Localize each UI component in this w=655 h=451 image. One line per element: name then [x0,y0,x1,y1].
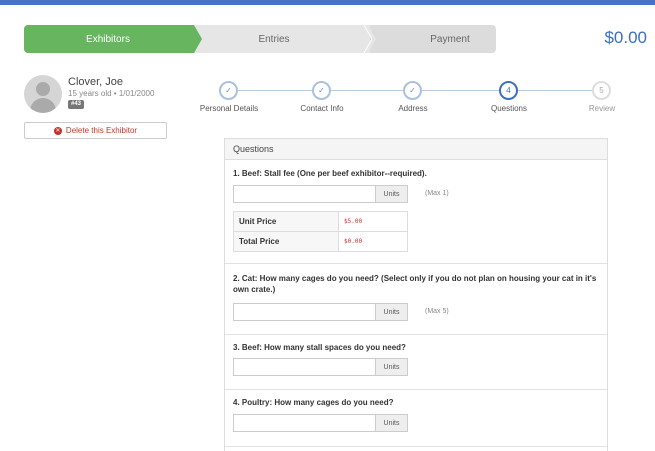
total-price-value: $0.00 [338,231,408,252]
question-2-units-input[interactable] [233,303,376,321]
question-1-max: (Max 1) [425,190,449,197]
divider [225,263,607,264]
progress-step-contact-info[interactable]: ✓ [312,81,331,100]
progress-label-review: Review [588,104,616,113]
question-3-units-input[interactable] [233,358,376,376]
step-number: 4 [506,86,511,95]
progress-step-personal-details[interactable]: ✓ [219,81,238,100]
question-2-units-addon: Units [376,303,408,321]
question-4-units-addon: Units [376,414,408,432]
check-icon: ✓ [409,86,416,95]
wizard-steps: Payment Entries Exhibitors [24,25,496,53]
unit-price-label: Unit Price [233,211,339,232]
progress-label-address: Address [398,104,428,113]
progress-step-address[interactable]: ✓ [403,81,422,100]
divider [225,446,607,447]
progress-label-questions: Questions [490,104,528,113]
check-icon: ✓ [318,86,325,95]
progress-step-questions[interactable]: 4 [499,81,518,100]
cart-total: $0.00 [604,28,647,47]
delete-exhibitor-button[interactable]: ✕ Delete this Exhibitor [24,122,167,139]
question-3-text: 3. Beef: How many stall spaces do you ne… [233,343,406,352]
question-3-units-addon: Units [376,358,408,376]
question-2-max: (Max 5) [425,308,449,315]
top-accent-bar [0,0,655,5]
questions-panel-title: Questions [225,139,607,160]
divider [225,334,607,335]
avatar-body-icon [30,98,56,113]
divider [225,389,607,390]
question-4-text: 4. Poultry: How many cages do you need? [233,398,394,407]
exhibitor-id-badge: #43 [68,100,85,109]
check-icon: ✓ [225,86,232,95]
wizard-step-exhibitors-label: Exhibitors [86,33,130,45]
question-1-units-addon: Units [376,185,408,203]
delete-circle-icon: ✕ [53,126,62,135]
questions-panel: Questions 1. Beef: Stall fee (One per be… [224,138,608,451]
total-price-label: Total Price [233,231,339,252]
progress-step-review[interactable]: 5 [592,81,611,100]
price-table: Unit Price $5.00 Total Price $0.00 [233,211,408,252]
table-row: Unit Price $5.00 [233,211,408,232]
delete-exhibitor-label: Delete this Exhibitor [65,126,138,135]
avatar-head-icon [36,82,50,96]
avatar [24,75,62,113]
progress-label-personal-details: Personal Details [199,104,259,113]
question-1-text: 1. Beef: Stall fee (One per beef exhibit… [233,169,427,178]
progress-label-contact-info: Contact Info [300,104,344,113]
exhibitor-name: Clover, Joe [68,76,124,88]
unit-price-value: $5.00 [338,211,408,232]
wizard-step-exhibitors[interactable]: Exhibitors [24,25,192,53]
step-number: 5 [599,86,604,95]
question-1-units-input[interactable] [233,185,376,203]
exhibitor-age-dob: 15 years old • 1/01/2000 [68,89,155,98]
question-2-text: 2. Cat: How many cages do you need? (Sel… [233,274,597,294]
table-row: Total Price $0.00 [233,231,408,252]
question-4-units-input[interactable] [233,414,376,432]
